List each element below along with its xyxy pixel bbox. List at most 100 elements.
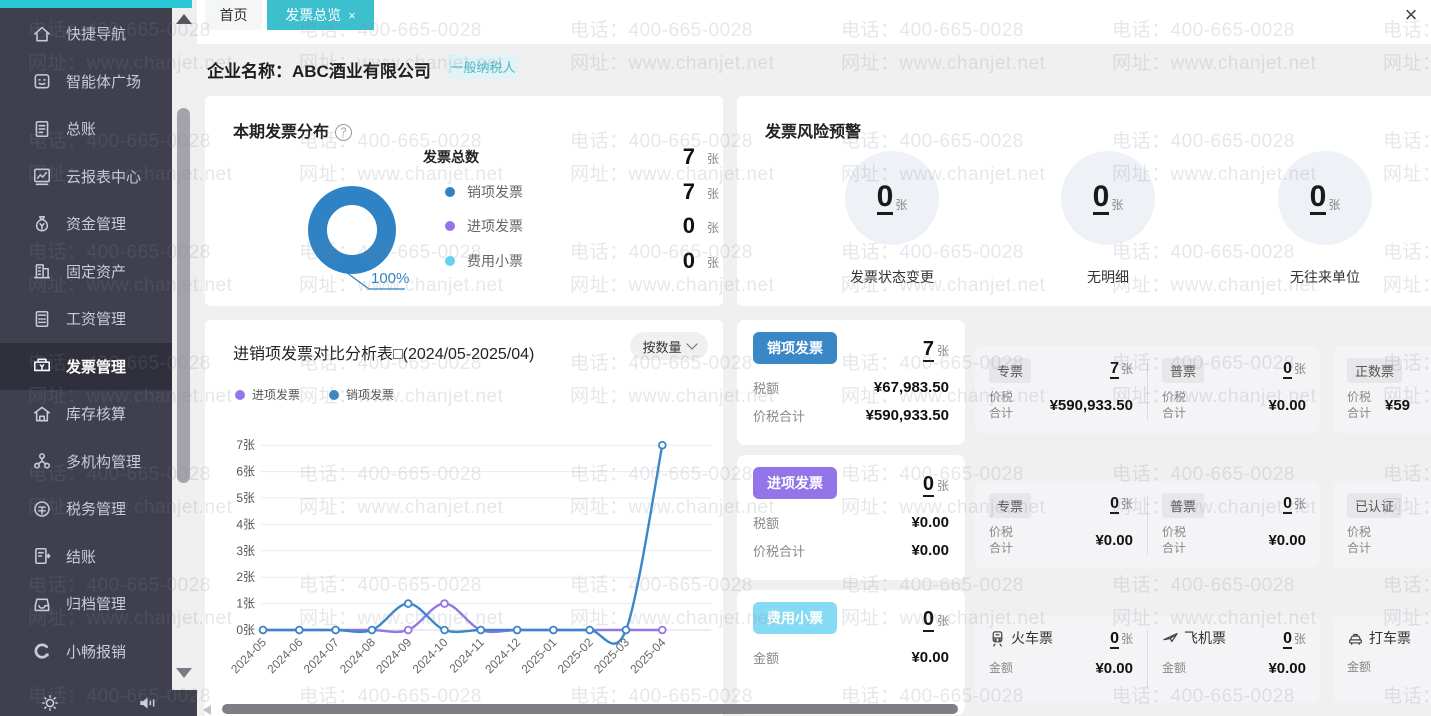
count-link[interactable]: 7 bbox=[923, 338, 934, 362]
sidebar-bottom-bar bbox=[0, 690, 197, 716]
risk-count[interactable]: 0 bbox=[1310, 181, 1327, 216]
sidebar: 快捷导航智能体广场总账云报表中心资金管理固定资产工资管理发票管理库存核算多机构管… bbox=[0, 0, 172, 716]
legend-row-费用小票[interactable]: 费用小票0张 bbox=[445, 249, 695, 273]
sidebar-item-结账[interactable]: 结账 bbox=[0, 533, 172, 581]
field-row: 税额¥67,983.50 bbox=[753, 378, 949, 397]
count-link[interactable]: 0 bbox=[923, 608, 934, 632]
invoice-row-进项发票: 进项发票0张税额¥0.00价税合计¥0.00专票0张价税合计¥0.00普票0张价… bbox=[737, 455, 1431, 580]
risk-count[interactable]: 0 bbox=[1093, 181, 1110, 216]
summary-card-销项发票: 销项发票7张税额¥67,983.50价税合计¥590,933.50 bbox=[737, 320, 965, 445]
sidebar-item-归档管理[interactable]: 归档管理 bbox=[0, 580, 172, 628]
field-row: 价税合计¥590,933.50 bbox=[753, 406, 949, 425]
svg-text:2025-04: 2025-04 bbox=[627, 635, 668, 676]
count-link[interactable]: 0 bbox=[1110, 630, 1119, 649]
sub-col-普票: 普票0张价税合计¥0.00 bbox=[1148, 481, 1320, 568]
sidebar-item-工资管理[interactable]: 工资管理 bbox=[0, 295, 172, 343]
sidebar-item-发票管理[interactable]: 发票管理 bbox=[0, 343, 172, 391]
extra-card-正数票: 正数票价税合计¥59 bbox=[1333, 346, 1431, 433]
svg-text:2024-05: 2024-05 bbox=[228, 635, 269, 676]
tab-invoice-overview[interactable]: 发票总览 × bbox=[267, 0, 374, 30]
sub-cards: 专票7张价税合计¥590,933.50普票0张价税合计¥0.00 bbox=[975, 346, 1320, 433]
count-link[interactable]: 0 bbox=[1283, 360, 1292, 379]
scroll-down-icon[interactable] bbox=[176, 668, 192, 678]
sidebar-item-固定资产[interactable]: 固定资产 bbox=[0, 248, 172, 296]
plane-icon bbox=[1162, 630, 1179, 647]
svg-text:7张: 7张 bbox=[236, 438, 255, 452]
mode-dropdown-button[interactable]: 按数量 bbox=[630, 332, 708, 360]
sidebar-item-总账[interactable]: 总账 bbox=[0, 105, 172, 153]
svg-text:2024-12: 2024-12 bbox=[482, 635, 523, 676]
chart-legend-销项发票[interactable]: 销项发票 bbox=[329, 386, 394, 403]
line-chart: 0张1张2张3张4张5张6张7张2024-052024-062024-07202… bbox=[205, 425, 723, 716]
legend-row-发票总数: 发票总数7张 bbox=[445, 145, 695, 169]
closing-icon bbox=[32, 546, 52, 566]
sidebar-item-label: 小畅报销 bbox=[66, 641, 126, 662]
distribution-title: 本期发票分布? bbox=[233, 118, 352, 142]
count-link[interactable]: 0 bbox=[1283, 495, 1292, 514]
agent-plaza-icon bbox=[32, 71, 52, 91]
count-link[interactable]: 0 bbox=[923, 473, 934, 497]
sidebar-item-库存核算[interactable]: 库存核算 bbox=[0, 390, 172, 438]
legend-dot-icon bbox=[445, 221, 455, 231]
chevron-down-icon bbox=[686, 338, 697, 349]
sidebar-item-label: 归档管理 bbox=[66, 593, 126, 614]
legend-row-进项发票[interactable]: 进项发票0张 bbox=[445, 214, 695, 238]
taxi-icon bbox=[1347, 630, 1364, 647]
donut-ring bbox=[318, 196, 387, 265]
badge-正数票: 正数票 bbox=[1347, 358, 1402, 383]
risk-alert-panel: 发票风险预警 0张发票状态变更0张无明细0张无往来单位 bbox=[737, 96, 1431, 306]
hscroll-left-icon[interactable] bbox=[203, 705, 211, 715]
svg-text:2025-02: 2025-02 bbox=[555, 635, 596, 676]
home-icon bbox=[32, 24, 52, 44]
badge-专票: 专票 bbox=[989, 493, 1031, 518]
sub-col-专票: 专票7张价税合计¥590,933.50 bbox=[975, 346, 1147, 433]
scroll-up-icon[interactable] bbox=[176, 14, 192, 24]
chart-legend-进项发票[interactable]: 进项发票 bbox=[235, 386, 300, 403]
sidebar-scrollbar-thumb[interactable] bbox=[177, 108, 190, 483]
sub-col-火车票: 火车票0张金额¥0.00 bbox=[975, 616, 1147, 703]
sidebar-item-label: 固定资产 bbox=[66, 261, 126, 282]
svg-text:1张: 1张 bbox=[236, 597, 255, 611]
invoice-row-销项发票: 销项发票7张税额¥67,983.50价税合计¥590,933.50专票7张价税合… bbox=[737, 320, 1431, 445]
svg-text:3张: 3张 bbox=[236, 544, 255, 558]
invoice-row-费用小票: 费用小票0张金额¥0.00火车票0张金额¥0.00飞机票0张金额¥0.00打车票… bbox=[737, 590, 1431, 715]
fixed-assets-icon bbox=[32, 261, 52, 281]
svg-text:0张: 0张 bbox=[236, 623, 255, 637]
tab-home[interactable]: 首页 bbox=[205, 0, 262, 30]
svg-text:2024-07: 2024-07 bbox=[301, 635, 342, 676]
type-button[interactable]: 销项发票 bbox=[753, 332, 837, 364]
company-name: 企业名称：ABC酒业有限公司 bbox=[207, 57, 431, 82]
type-button[interactable]: 进项发票 bbox=[753, 467, 837, 499]
multi-org-icon bbox=[32, 451, 52, 471]
funds-icon bbox=[32, 214, 52, 234]
reimburse-icon bbox=[32, 641, 52, 661]
sidebar-item-资金管理[interactable]: 资金管理 bbox=[0, 200, 172, 248]
svg-text:2024-09: 2024-09 bbox=[373, 635, 414, 676]
summary-card-进项发票: 进项发票0张税额¥0.00价税合计¥0.00 bbox=[737, 455, 965, 580]
horizontal-scrollbar-thumb[interactable] bbox=[222, 704, 958, 714]
window-close-icon[interactable]: × bbox=[1398, 2, 1424, 28]
sidebar-item-智能体广场[interactable]: 智能体广场 bbox=[0, 58, 172, 106]
count-link[interactable]: 0 bbox=[1110, 495, 1119, 514]
sidebar-item-快捷导航[interactable]: 快捷导航 bbox=[0, 10, 172, 58]
risk-item-无往来单位: 0张无往来单位 bbox=[1250, 151, 1400, 287]
compare-title: 进销项发票对比分析表□(2024/05-2025/04) bbox=[233, 340, 534, 364]
settings-gear-icon[interactable] bbox=[40, 693, 60, 713]
tab-close-icon[interactable]: × bbox=[348, 8, 356, 23]
risk-count[interactable]: 0 bbox=[877, 181, 894, 216]
sidebar-item-label: 资金管理 bbox=[66, 213, 126, 234]
sidebar-item-税务管理[interactable]: 税务管理 bbox=[0, 485, 172, 533]
count-link[interactable]: 0 bbox=[1283, 630, 1292, 649]
legend-row-销项发票[interactable]: 销项发票7张 bbox=[445, 180, 695, 204]
type-button[interactable]: 费用小票 bbox=[753, 602, 837, 634]
badge-专票: 专票 bbox=[989, 358, 1031, 383]
mute-speaker-icon[interactable] bbox=[137, 693, 157, 713]
count-link[interactable]: 7 bbox=[1110, 360, 1119, 379]
sidebar-item-云报表中心[interactable]: 云报表中心 bbox=[0, 153, 172, 201]
sub-cards: 专票0张价税合计¥0.00普票0张价税合计¥0.00 bbox=[975, 481, 1320, 568]
summary-card-费用小票: 费用小票0张金额¥0.00 bbox=[737, 590, 965, 715]
sidebar-item-小畅报销[interactable]: 小畅报销 bbox=[0, 628, 172, 676]
sidebar-item-多机构管理[interactable]: 多机构管理 bbox=[0, 438, 172, 486]
help-icon[interactable]: ? bbox=[335, 124, 352, 141]
field-row: 税额¥0.00 bbox=[753, 513, 949, 532]
